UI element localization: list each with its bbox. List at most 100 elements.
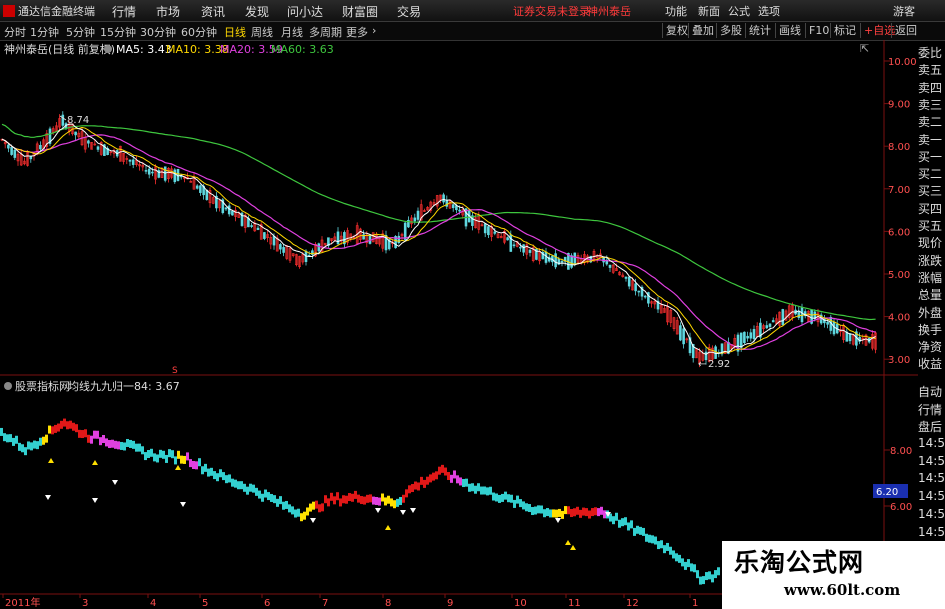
indicator-bar-195 bbox=[585, 508, 588, 517]
menu-new-page[interactable]: 新面 bbox=[698, 3, 720, 19]
indicator-bar-116 bbox=[348, 493, 351, 502]
side-label-24: 14:50 bbox=[918, 471, 945, 486]
indicator-bar-152 bbox=[456, 475, 459, 484]
indicator-bar-231 bbox=[693, 564, 696, 573]
indicator-bar-168 bbox=[504, 491, 507, 500]
mark-button[interactable]: 标记 bbox=[830, 23, 859, 38]
candle-body-2 bbox=[7, 144, 10, 149]
expand-icon[interactable]: ⇱ bbox=[860, 42, 869, 55]
candle-body-12 bbox=[39, 145, 42, 150]
guest-label[interactable]: 游客 bbox=[893, 3, 915, 19]
menu-market[interactable]: 市场 bbox=[156, 3, 180, 20]
signal-down-0 bbox=[45, 495, 51, 500]
side-label-13: 涨幅 bbox=[918, 270, 943, 285]
candle-body-162 bbox=[519, 246, 522, 249]
chevron-right-icon[interactable]: › bbox=[372, 24, 376, 37]
indicator-bar-188 bbox=[564, 506, 567, 515]
candle-body-250 bbox=[800, 307, 804, 323]
indicator-bar-167 bbox=[501, 493, 504, 502]
low-marker-arrow: ← bbox=[698, 359, 706, 370]
menu-news[interactable]: 资讯 bbox=[201, 3, 225, 20]
settings-dot-icon[interactable] bbox=[104, 45, 112, 53]
x-axis: 2011年 3 4 5 6 7 8 9 10 11 12 1 bbox=[2, 594, 698, 609]
menu-discover[interactable]: 发现 bbox=[245, 3, 269, 20]
indicator-bar-165 bbox=[495, 493, 498, 502]
signal-down-1 bbox=[92, 498, 98, 503]
period-monthly[interactable]: 月线 bbox=[281, 24, 303, 40]
side-label-21: 盘后 bbox=[918, 420, 943, 434]
indicator-bar-42 bbox=[126, 438, 129, 447]
indicator-bar-83 bbox=[249, 483, 252, 492]
period-more[interactable]: 更多 bbox=[346, 24, 368, 40]
x-label-3: 5 bbox=[202, 598, 208, 609]
period-timeshare[interactable]: 分时 bbox=[4, 24, 26, 40]
menu-fortune[interactable]: 财富圈 bbox=[342, 3, 378, 20]
indicator-bar-75 bbox=[225, 475, 228, 484]
candlesticks bbox=[0, 111, 877, 368]
indicator-bar-200 bbox=[600, 506, 603, 515]
candle-body-139 bbox=[445, 199, 449, 207]
menu-quotes[interactable]: 行情 bbox=[112, 3, 136, 20]
menu-trade[interactable]: 交易 bbox=[397, 3, 421, 20]
indicator-tick-0: 8.00 bbox=[890, 446, 912, 457]
period-60min[interactable]: 60分钟 bbox=[181, 24, 217, 40]
f10-button[interactable]: F10 bbox=[805, 23, 832, 38]
menu-options[interactable]: 选项 bbox=[758, 3, 780, 19]
indicator-bar-102 bbox=[306, 507, 309, 516]
indicator-bar-163 bbox=[489, 486, 492, 495]
indicator-title: 股票指标网 bbox=[15, 379, 70, 393]
indicator-bar-95 bbox=[285, 500, 288, 509]
indicator-bar-57 bbox=[171, 450, 174, 459]
indicator-bar-17 bbox=[51, 426, 54, 435]
period-daily[interactable]: 日线 bbox=[224, 24, 246, 40]
stats-button[interactable]: 统计 bbox=[745, 23, 774, 38]
candle-body-165 bbox=[528, 249, 532, 253]
menu-function[interactable]: 功能 bbox=[665, 3, 687, 19]
period-15min[interactable]: 15分钟 bbox=[100, 24, 136, 40]
period-5min[interactable]: 5分钟 bbox=[66, 24, 95, 40]
menu-formula[interactable]: 公式 bbox=[728, 3, 750, 19]
candle-body-143 bbox=[458, 209, 461, 212]
period-multi[interactable]: 多周期 bbox=[309, 24, 342, 40]
period-weekly[interactable]: 周线 bbox=[251, 24, 273, 40]
indicator-settings-icon[interactable] bbox=[4, 382, 12, 390]
indicator-bar-93 bbox=[279, 496, 282, 505]
price-tick-3: 7.00 bbox=[888, 185, 910, 196]
candle-body-126 bbox=[403, 222, 407, 240]
side-label-15: 外盘 bbox=[918, 305, 943, 320]
multi-stock-button[interactable]: 多股 bbox=[716, 23, 745, 38]
indicator-bar-232 bbox=[696, 570, 699, 579]
menubar: 通达信金融终端 行情 市场 资讯 发现 问小达 财富圈 交易 证券交易未登录 神… bbox=[0, 0, 945, 22]
period-30min[interactable]: 30分钟 bbox=[140, 24, 176, 40]
indicator-bar-62 bbox=[186, 452, 189, 461]
candle-body-151 bbox=[483, 223, 487, 234]
side-label-17: 净资 bbox=[918, 340, 943, 355]
indicator-bar-150 bbox=[450, 474, 453, 483]
indicator-bar-66 bbox=[198, 458, 201, 467]
watermark-url: www.60lt.com bbox=[784, 581, 901, 599]
candle-body-61 bbox=[195, 185, 199, 189]
candle-body-239 bbox=[765, 325, 769, 329]
candle-body-179 bbox=[573, 252, 577, 266]
indicator-bar-136 bbox=[408, 485, 411, 494]
candle-body-260 bbox=[832, 321, 836, 335]
period-1min[interactable]: 1分钟 bbox=[30, 24, 59, 40]
indicator-bar-186 bbox=[558, 508, 561, 517]
candle-body-85 bbox=[272, 236, 276, 246]
adjust-button[interactable]: 复权 bbox=[662, 23, 691, 38]
high-marker: 8.74 bbox=[67, 115, 89, 126]
x-label-5: 7 bbox=[322, 598, 328, 609]
indicator-bar-14 bbox=[42, 436, 45, 445]
chart-area[interactable]: 神州泰岳(日线 前复权) MA5: 3.43 MA10: 3.38 MA20: … bbox=[0, 40, 918, 609]
indicator-bar-37 bbox=[111, 439, 114, 448]
menu-ask[interactable]: 问小达 bbox=[287, 3, 323, 20]
indicator-bar-26 bbox=[78, 429, 81, 438]
draw-line-button[interactable]: 画线 bbox=[775, 23, 804, 38]
indicator-bar-24 bbox=[72, 422, 75, 431]
indicator-bar-52 bbox=[156, 454, 159, 463]
indicator-bar-221 bbox=[663, 545, 666, 554]
indicator-bar-153 bbox=[459, 477, 462, 486]
overlay-button[interactable]: 叠加 bbox=[688, 23, 717, 38]
back-button[interactable]: 返回 bbox=[891, 23, 920, 38]
indicator-bar-96 bbox=[288, 504, 291, 513]
